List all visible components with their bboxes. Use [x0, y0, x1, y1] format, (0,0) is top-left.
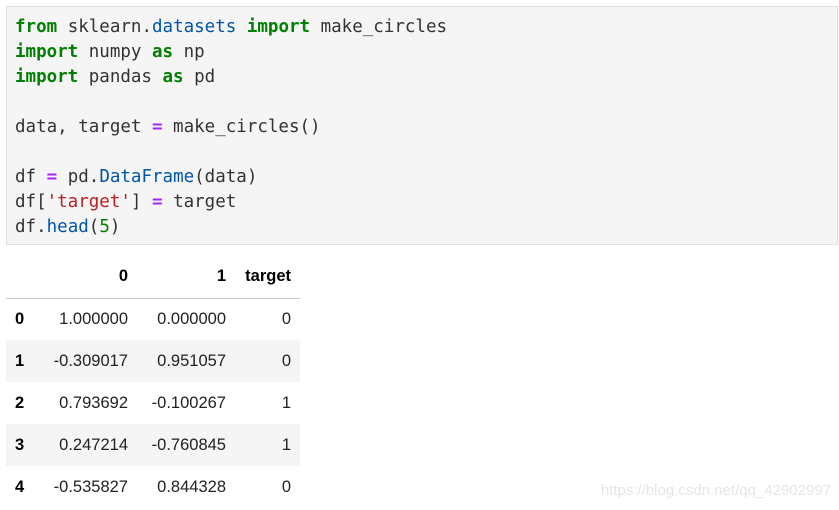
table-row: 0 1.000000 0.000000 0 — [6, 298, 300, 340]
code-token: = — [151, 192, 163, 212]
code-token: import — [15, 67, 79, 87]
row-index: 4 — [15, 477, 25, 496]
code-token: import — [246, 17, 311, 37]
code-token: ( — [88, 217, 100, 237]
code-token: make_circles — [310, 17, 448, 37]
table-cell: 1 — [281, 435, 291, 454]
code-token: head — [46, 217, 89, 237]
table-cell: 0.000000 — [157, 309, 226, 328]
code-line: df['target'] = target — [15, 190, 447, 215]
table-cell: 0 — [281, 309, 291, 328]
code-token: DataFrame — [99, 167, 195, 187]
code-token: ] — [130, 192, 152, 212]
table-cell: 0.247214 — [59, 435, 128, 454]
code-token: 'target' — [46, 192, 131, 212]
table-row: 4 -0.535827 0.844328 0 — [6, 466, 300, 508]
table-row: 1 -0.309017 0.951057 0 — [6, 340, 300, 382]
code-line: from sklearn.datasets import make_circle… — [15, 15, 447, 40]
code-line: df.head(5) — [15, 215, 447, 240]
table-cell: 1.000000 — [59, 309, 128, 328]
watermark-text: https://blog.csdn.net/qq_42902997 — [600, 482, 831, 499]
row-index: 0 — [15, 309, 25, 328]
code-token: . — [88, 167, 100, 187]
code-token: pd — [57, 167, 89, 187]
code-token: . — [141, 17, 152, 37]
row-index: 2 — [15, 393, 25, 412]
code-token: df — [15, 167, 47, 187]
table-header-row: 0 1 target — [6, 256, 300, 299]
code-token: 5 — [99, 217, 110, 237]
code-line: df = pd.DataFrame(data) — [15, 165, 447, 190]
code-editor[interactable]: from sklearn.datasets import make_circle… — [15, 15, 447, 240]
column-header: 0 — [36, 256, 132, 299]
code-token: from — [15, 17, 58, 37]
code-token: pandas — [78, 67, 163, 87]
code-token: = — [151, 117, 163, 137]
code-token: pd — [183, 67, 216, 87]
table-cell: -0.760845 — [151, 435, 226, 454]
code-token: ) — [109, 217, 121, 237]
code-token: target — [162, 192, 237, 212]
row-index: 1 — [15, 351, 25, 370]
table-cell: -0.535827 — [53, 477, 128, 496]
code-token: df — [15, 217, 37, 237]
code-token: make_circles() — [162, 117, 321, 137]
table-cell: 0.844328 — [157, 477, 226, 496]
code-token: as — [162, 67, 184, 87]
row-index: 3 — [15, 435, 25, 454]
table-cell: 0 — [281, 477, 291, 496]
code-token: . — [36, 217, 47, 237]
table-cell: 1 — [281, 393, 291, 412]
table-cell: 0.951057 — [157, 351, 226, 370]
table-cell: -0.309017 — [53, 351, 128, 370]
column-header: target — [230, 256, 300, 299]
table-cell: 0.793692 — [59, 393, 128, 412]
code-token: = — [46, 167, 58, 187]
code-line: data, target = make_circles() — [15, 115, 447, 140]
index-header — [6, 256, 36, 299]
column-header: 1 — [132, 256, 230, 299]
code-token: data, target — [15, 117, 152, 137]
table-cell: 0 — [281, 351, 291, 370]
dataframe-output: 0 1 target 0 1.000000 0.000000 0 1 -0.30… — [6, 256, 300, 508]
code-token: as — [151, 42, 174, 62]
table-row: 2 0.793692 -0.100267 1 — [6, 382, 300, 424]
code-token: sklearn — [57, 17, 142, 37]
code-line: import numpy as np — [15, 40, 447, 65]
code-token: datasets — [152, 17, 237, 37]
code-cell[interactable]: from sklearn.datasets import make_circle… — [6, 6, 838, 245]
table-row: 3 0.247214 -0.760845 1 — [6, 424, 300, 466]
code-token: df[ — [15, 192, 47, 212]
code-token: numpy — [78, 42, 152, 62]
code-token: (data) — [194, 167, 258, 187]
code-token: np — [173, 42, 205, 62]
code-line: import pandas as pd — [15, 65, 447, 90]
table-cell: -0.100267 — [151, 393, 226, 412]
code-token: import — [15, 42, 79, 62]
